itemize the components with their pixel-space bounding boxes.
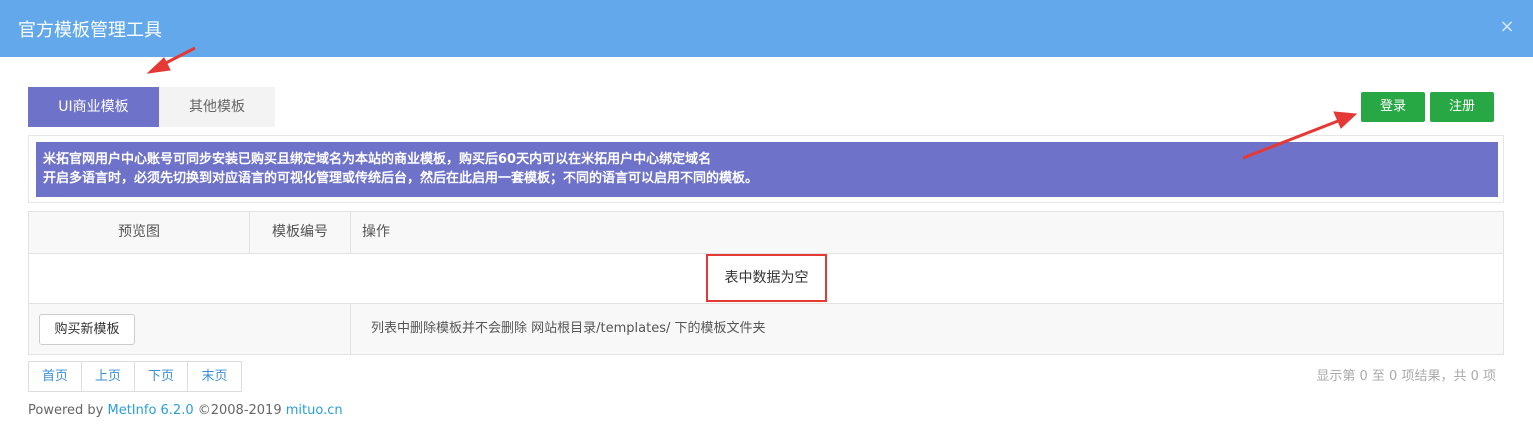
mituo-link[interactable]: mituo.cn [286, 403, 343, 418]
dialog-header: 官方模板管理工具 × [0, 0, 1533, 57]
table-row-empty: 表中数据为空 [29, 254, 1503, 304]
tab-ui-commercial-templates[interactable]: UI商业模板 [28, 87, 159, 127]
template-table: 预览图 模板编号 操作 表中数据为空 购买新模板 列表中删除模板并不会删除 网站… [28, 211, 1504, 355]
close-icon[interactable]: × [1497, 16, 1517, 38]
tab-other-templates[interactable]: 其他模板 [159, 87, 275, 127]
footer-note: 列表中删除模板并不会删除 网站根目录/templates/ 下的模板文件夹 [371, 321, 766, 336]
metinfo-link[interactable]: MetInfo 6.2.0 [107, 403, 193, 418]
notice-line-1: 米拓官网用户中心账号可同步安装已购买且绑定域名为本站的商业模板，购买后60天内可… [43, 152, 712, 167]
dialog-title: 官方模板管理工具 [18, 20, 162, 41]
pagination: 首页 上页 下页 末页 [28, 361, 242, 392]
table-footer-row: 购买新模板 列表中删除模板并不会删除 网站根目录/templates/ 下的模板… [29, 304, 1503, 354]
register-button[interactable]: 注册 [1430, 92, 1494, 122]
pagination-info: 显示第 0 至 0 项结果，共 0 项 [1316, 369, 1496, 384]
empty-table-message: 表中数据为空 [706, 254, 827, 302]
table-header: 预览图 模板编号 操作 [29, 212, 1503, 254]
copyright-text: ©2008-2019 [193, 403, 286, 418]
pagination-first[interactable]: 首页 [29, 362, 82, 391]
pagination-last[interactable]: 末页 [188, 362, 241, 391]
buy-new-template-button[interactable]: 购买新模板 [39, 314, 135, 345]
notice-panel: 米拓官网用户中心账号可同步安装已购买且绑定域名为本站的商业模板，购买后60天内可… [28, 135, 1504, 203]
powered-by: Powered by MetInfo 6.2.0 ©2008-2019 mitu… [28, 403, 343, 418]
pagination-next[interactable]: 下页 [135, 362, 188, 391]
notice-box: 米拓官网用户中心账号可同步安装已购买且绑定域名为本站的商业模板，购买后60天内可… [36, 142, 1498, 197]
login-button[interactable]: 登录 [1361, 92, 1425, 122]
pagination-prev[interactable]: 上页 [82, 362, 135, 391]
footer-divider [350, 304, 351, 354]
column-header-actions: 操作 [362, 224, 390, 240]
column-header-template-id: 模板编号 [250, 212, 351, 253]
notice-line-2: 开启多语言时，必须先切换到对应语言的可视化管理或传统后台，然后在此启用一套模板；… [43, 171, 759, 186]
powered-by-text: Powered by [28, 403, 108, 418]
column-header-preview: 预览图 [29, 212, 250, 253]
